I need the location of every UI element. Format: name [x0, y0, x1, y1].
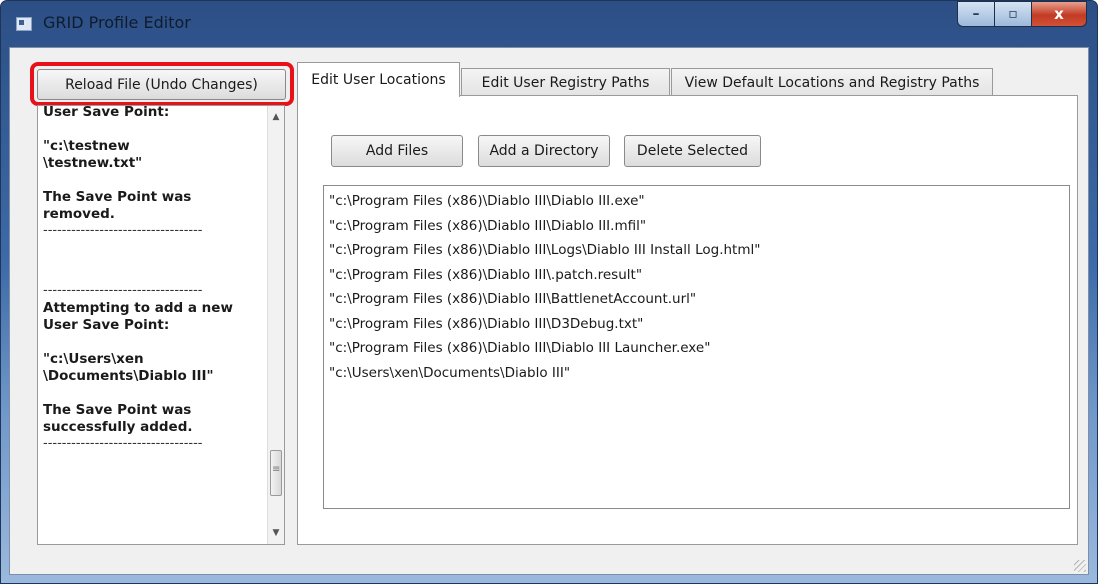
- close-button[interactable]: x: [1031, 1, 1087, 27]
- delete-selected-button[interactable]: Delete Selected: [624, 135, 761, 167]
- resize-grip[interactable]: [1074, 560, 1086, 572]
- window-title: GRID Profile Editor: [43, 13, 191, 32]
- log-line: The Save Point was: [43, 189, 192, 205]
- tab-edit-user-locations[interactable]: Edit User Locations: [297, 62, 460, 97]
- log-content: User Save Point: "c:\testnew \testnew.txt"…: [43, 105, 261, 451]
- list-item[interactable]: "c:\Users\xen\Documents\Diablo III": [329, 365, 570, 381]
- app-window: GRID Profile Editor – ▫ x Reload File (U…: [0, 0, 1098, 584]
- maximize-button[interactable]: ▫: [994, 1, 1031, 27]
- log-line: Attempting to add a new: [43, 300, 233, 316]
- tab-view-default-locations[interactable]: View Default Locations and Registry Path…: [671, 68, 993, 96]
- caption-buttons: – ▫ x: [957, 1, 1087, 29]
- log-line: successfully added.: [43, 419, 193, 435]
- log-line: User Save Point:: [43, 105, 170, 120]
- log-entry: The Save Point was removed.: [43, 189, 261, 223]
- list-item[interactable]: "c:\Program Files (x86)\Diablo III\Logs\…: [329, 242, 760, 258]
- log-entry: "c:\Users\xen \Documents\Diablo III": [43, 351, 261, 385]
- add-directory-button[interactable]: Add a Directory: [478, 135, 610, 167]
- app-icon[interactable]: [16, 17, 32, 31]
- log-entry: The Save Point was successfully added.: [43, 402, 261, 436]
- minimize-icon: –: [972, 6, 980, 22]
- scroll-down-icon[interactable]: ▼: [271, 528, 281, 538]
- list-item[interactable]: "c:\Program Files (x86)\Diablo III\D3Deb…: [329, 316, 643, 332]
- scroll-up-icon[interactable]: ▲: [271, 112, 281, 122]
- log-line: The Save Point was: [43, 402, 192, 418]
- tab-panel: Add Files Add a Directory Delete Selecte…: [297, 95, 1078, 545]
- tab-edit-user-registry-paths[interactable]: Edit User Registry Paths: [461, 68, 670, 96]
- log-line: \Documents\Diablo III": [43, 368, 214, 384]
- log-entry: User Save Point:: [43, 105, 261, 121]
- log-panel[interactable]: User Save Point: "c:\testnew \testnew.txt"…: [37, 105, 285, 545]
- locations-list[interactable]: "c:\Program Files (x86)\Diablo III\Diabl…: [323, 185, 1070, 509]
- add-files-button[interactable]: Add Files: [331, 135, 463, 167]
- highlight-box: [30, 62, 294, 106]
- minimize-button[interactable]: –: [957, 1, 994, 27]
- log-entry: Attempting to add a new User Save Point:: [43, 300, 261, 334]
- log-divider: ----------------------------------: [43, 436, 203, 451]
- log-line: User Save Point:: [43, 317, 170, 333]
- log-line: "c:\Users\xen: [43, 351, 144, 367]
- client-area: Reload File (Undo Changes) User Save Poi…: [9, 47, 1089, 575]
- scroll-thumb[interactable]: [270, 450, 282, 496]
- close-icon: x: [1054, 5, 1064, 23]
- log-scrollbar[interactable]: ▲ ▼: [267, 106, 284, 544]
- list-item[interactable]: "c:\Program Files (x86)\Diablo III\Diabl…: [329, 193, 645, 209]
- log-divider: ----------------------------------: [43, 283, 203, 298]
- list-item[interactable]: "c:\Program Files (x86)\Diablo III\.patc…: [329, 267, 642, 283]
- log-entry: "c:\testnew \testnew.txt": [43, 138, 261, 172]
- title-bar[interactable]: GRID Profile Editor – ▫ x: [1, 1, 1097, 47]
- maximize-icon: ▫: [1008, 6, 1018, 22]
- list-item[interactable]: "c:\Program Files (x86)\Diablo III\Diabl…: [329, 340, 710, 356]
- list-item[interactable]: "c:\Program Files (x86)\Diablo III\Diabl…: [329, 218, 646, 234]
- log-divider: ----------------------------------: [43, 223, 203, 238]
- list-item[interactable]: "c:\Program Files (x86)\Diablo III\Battl…: [329, 291, 696, 307]
- log-line: \testnew.txt": [43, 155, 143, 171]
- log-line: removed.: [43, 206, 115, 222]
- log-line: "c:\testnew: [43, 138, 130, 154]
